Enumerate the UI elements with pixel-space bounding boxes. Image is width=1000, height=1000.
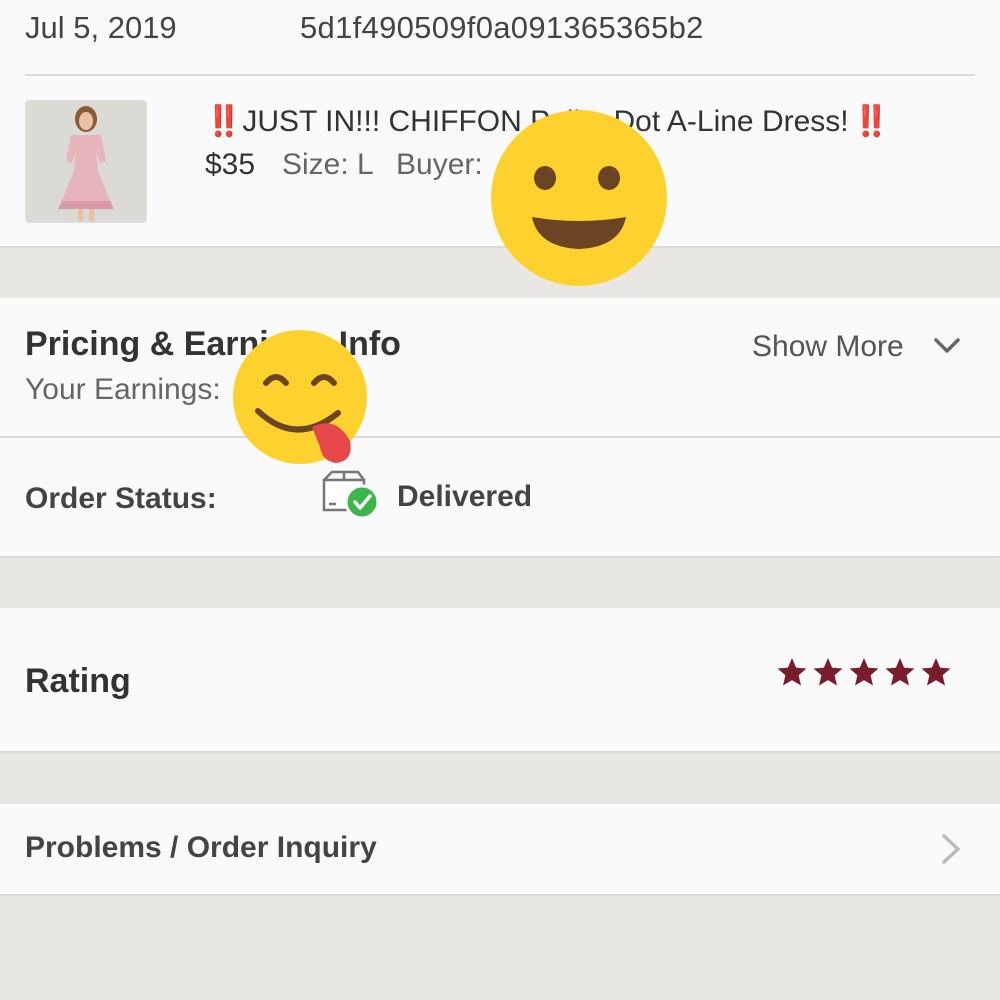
star-icon	[885, 658, 915, 686]
problems-label: Problems / Order Inquiry	[25, 831, 377, 864]
earnings-label: Your Earnings:	[25, 373, 221, 406]
item-price: $35	[205, 148, 256, 181]
star-icon	[813, 658, 843, 686]
order-id: 5d1f490509f0a091365365b2	[300, 10, 704, 45]
rating-stars	[776, 656, 952, 688]
item-buyer: Buyer:	[396, 148, 483, 181]
double-exclamation-icon: ‼️	[205, 105, 242, 138]
chevron-down-icon[interactable]	[932, 334, 962, 358]
rating-label: Rating	[25, 662, 131, 700]
order-status-label: Order Status:	[25, 482, 217, 515]
smiling-face-emoji-icon	[491, 110, 667, 286]
order-status-value: Delivered	[397, 480, 533, 513]
star-icon	[777, 658, 807, 686]
order-date: Jul 5, 2019	[25, 10, 177, 45]
face-savoring-food-emoji-icon	[233, 330, 367, 464]
header-divider	[25, 74, 975, 76]
delivered-package-icon	[322, 470, 380, 520]
star-icon	[849, 658, 879, 686]
show-more-button[interactable]: Show More	[752, 330, 904, 364]
chevron-right-icon[interactable]	[938, 832, 964, 866]
double-exclamation-icon: ‼️	[852, 105, 890, 138]
item-thumbnail[interactable]	[25, 100, 147, 223]
rating-panel: Rating	[0, 608, 1000, 753]
order-status-panel: Order Status: Delivered	[0, 438, 1000, 558]
problems-order-inquiry-row[interactable]: Problems / Order Inquiry	[0, 804, 1000, 896]
star-icon	[921, 658, 951, 686]
item-size: Size: L	[282, 148, 374, 181]
pricing-earnings-panel[interactable]: Pricing & Earnings Info Your Earnings: S…	[0, 298, 1000, 438]
